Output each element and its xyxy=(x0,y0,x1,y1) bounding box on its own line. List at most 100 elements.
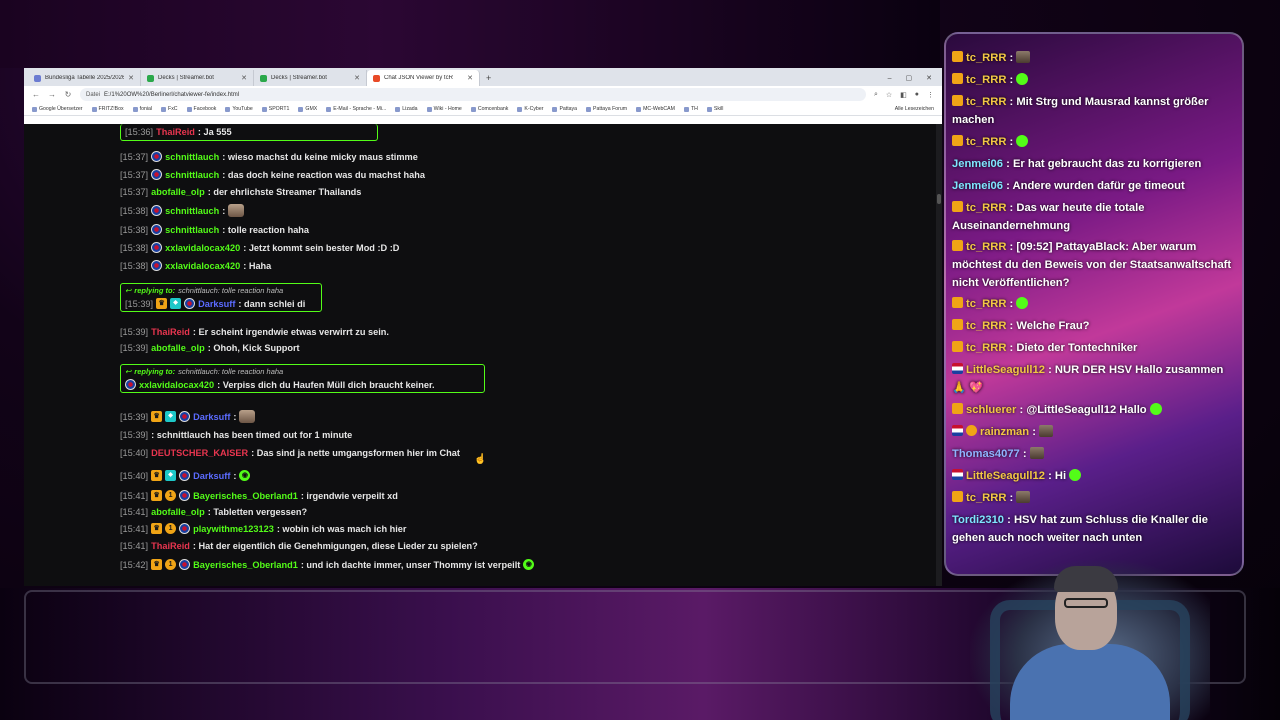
username: xxlavidalocax420 xyxy=(165,242,241,253)
bookmark-item[interactable]: K-Cyber xyxy=(517,106,543,112)
bookmark-icon xyxy=(426,106,432,112)
tab-streamerbot-2[interactable]: Decks | Streamer.bot ✕ xyxy=(254,70,367,86)
close-icon[interactable]: ✕ xyxy=(467,74,473,82)
bookmark-item[interactable]: SPORT1 xyxy=(261,106,289,112)
bookmark-item[interactable]: fonial xyxy=(132,106,152,112)
bookmark-icon xyxy=(186,106,192,112)
bookmark-item[interactable]: Facebook xyxy=(186,106,216,112)
username: Darksuff xyxy=(193,470,231,481)
overlay-message: Jenmei06 : Er hat gebraucht das zu korri… xyxy=(952,158,1202,170)
bookmark-item[interactable]: YouTube xyxy=(225,106,253,112)
username: ThaiReid xyxy=(151,327,190,337)
bookmarks-bar: Google Übersetzer FRITZ!Box fonial FxC F… xyxy=(24,103,942,116)
chat-message: xxlavidalocax420: Verpiss dich du Haufen… xyxy=(125,379,480,390)
bookmark-item[interactable]: FxC xyxy=(161,106,178,112)
bookmark-item[interactable]: FRITZ!Box xyxy=(91,106,124,112)
bookmark-item[interactable]: Pattaya xyxy=(552,106,577,112)
back-icon[interactable]: ← xyxy=(32,90,40,99)
crown-badge-icon xyxy=(952,491,963,502)
overlay-message: schluerer : @LittleSeagull12 Hallo xyxy=(952,401,1238,419)
zoom-icon[interactable]: ⌕ xyxy=(874,91,878,99)
tab-bundesliga[interactable]: Bundesliga Tabelle 2025/2026 ... ✕ xyxy=(28,70,141,86)
crown-badge-icon xyxy=(952,51,963,62)
overlay-message: tc_RRR : Dieto der Tontechniker xyxy=(952,339,1238,357)
vip-badge-icon: ◆ xyxy=(165,470,177,481)
reply-header: ↩ replying to: schnittlauch: tolle reactio… xyxy=(125,286,284,295)
crown-badge-icon xyxy=(952,403,963,414)
all-bookmarks[interactable]: Alle Lesezeichen xyxy=(895,106,934,112)
overlay-message: tc_RRR : [09:52] PattayaBlack: Aber waru… xyxy=(952,240,1232,289)
menu-icon[interactable]: ⋮ xyxy=(927,91,934,99)
flag-badge-icon xyxy=(179,411,191,422)
crown-badge-icon xyxy=(952,135,963,146)
bookmark-icon xyxy=(586,106,592,112)
username: schnittlauch xyxy=(165,151,220,162)
tab-streamerbot-1[interactable]: Decks | Streamer.bot ✕ xyxy=(141,70,254,86)
username: schnittlauch xyxy=(165,205,220,216)
username: schnittlauch xyxy=(165,169,220,180)
browser-window: Bundesliga Tabelle 2025/2026 ... ✕ Decks… xyxy=(24,68,942,586)
thai-flag-icon xyxy=(952,363,963,374)
kick-emote-icon xyxy=(1016,73,1029,85)
star-icon[interactable]: ☆ xyxy=(886,91,892,99)
username: ThaiReid xyxy=(156,127,195,137)
flag-badge-icon xyxy=(151,260,163,271)
reload-icon[interactable]: ↻ xyxy=(64,90,72,99)
sub-badge-icon xyxy=(966,425,977,436)
url-field[interactable]: Datei E:/1%20OW%20/Berlinerl/chatviewer-… xyxy=(80,88,866,101)
close-window-icon[interactable]: ✕ xyxy=(926,74,932,82)
bookmark-item[interactable]: Skill xyxy=(706,106,723,112)
username: xxlavidalocax420 xyxy=(165,260,241,271)
crown-badge-icon xyxy=(952,73,963,84)
close-icon[interactable]: ✕ xyxy=(128,74,134,82)
crown-badge-icon: ♛ xyxy=(156,298,168,309)
streamer-shirt xyxy=(1010,644,1170,720)
overlay-message: tc_RRR : xyxy=(952,295,1238,313)
emote-icon xyxy=(1039,425,1054,437)
flag-badge-icon xyxy=(151,205,163,216)
bookmark-item[interactable]: GMX xyxy=(298,106,317,112)
tab-title: Bundesliga Tabelle 2025/2026 ... xyxy=(45,75,125,81)
username: ThaiReid xyxy=(151,541,190,551)
maximize-icon[interactable]: ▢ xyxy=(906,74,913,82)
chat-message: [15:40] DEUTSCHER_KAISER: Das sind ja net… xyxy=(120,448,460,458)
scrollbar-thumb[interactable] xyxy=(937,194,941,204)
face-emote-icon xyxy=(239,410,256,423)
crown-badge-icon: ♛ xyxy=(151,559,163,570)
overlay-message: tc_RRR : Mit Strg und Mausrad kannst grö… xyxy=(952,95,1209,126)
overlay-message: Thomas4077 : xyxy=(952,445,1238,463)
bookmark-item[interactable]: MC-WebCAM xyxy=(636,106,675,112)
sub-badge-icon: 1 xyxy=(165,523,177,534)
bookmark-item[interactable]: TH xyxy=(683,106,698,112)
address-bar: ← → ↻ Datei E:/1%20OW%20/Berlinerl/chatv… xyxy=(24,86,942,103)
bookmark-item[interactable]: Wiki - Home xyxy=(426,106,462,112)
bookmark-icon xyxy=(706,106,712,112)
profile-icon[interactable]: ● xyxy=(915,91,919,99)
bookmark-item[interactable]: Comcenbank xyxy=(470,106,508,112)
overlay-message: tc_RRR : Das war heute die totale Ausein… xyxy=(952,201,1145,232)
bookmark-item[interactable]: E-Mail - Sprache - Mi... xyxy=(326,106,386,112)
close-icon[interactable]: ✕ xyxy=(354,74,360,82)
thai-flag-icon xyxy=(952,469,963,480)
chat-message: [15:39] ♛ ◆ Darksuff: xyxy=(120,410,256,423)
bookmark-item[interactable]: Pattaya Forum xyxy=(586,106,627,112)
new-tab-icon[interactable]: + xyxy=(480,70,497,86)
crown-badge-icon xyxy=(952,319,963,330)
forward-icon[interactable]: → xyxy=(48,90,56,99)
close-icon[interactable]: ✕ xyxy=(241,74,247,82)
bookmark-item[interactable]: Lizada xyxy=(395,106,418,112)
kick-emote-icon xyxy=(1149,403,1162,415)
thai-flag-icon xyxy=(952,425,963,436)
chat-message: [15:42] ♛ 1 Bayerisches_Oberland1: und ich … xyxy=(120,559,535,570)
cat-emote-icon xyxy=(228,204,245,217)
overlay-message: rainzman : xyxy=(952,423,1238,441)
minimize-icon[interactable]: – xyxy=(888,75,892,82)
username: schnittlauch xyxy=(165,224,220,235)
chat-message: [15:38] schnittlauch: xyxy=(120,204,245,217)
bookmark-icon xyxy=(91,106,97,112)
scrollbar[interactable] xyxy=(936,124,942,586)
extension-icon[interactable]: ◧ xyxy=(900,91,907,99)
reply-header: ↩ replying to: schnittlauch: tolle reactio… xyxy=(125,367,284,376)
tab-chat-viewer[interactable]: Chat JSON Viewer by tcR ✕ xyxy=(367,70,480,86)
bookmark-item[interactable]: Google Übersetzer xyxy=(32,106,83,112)
